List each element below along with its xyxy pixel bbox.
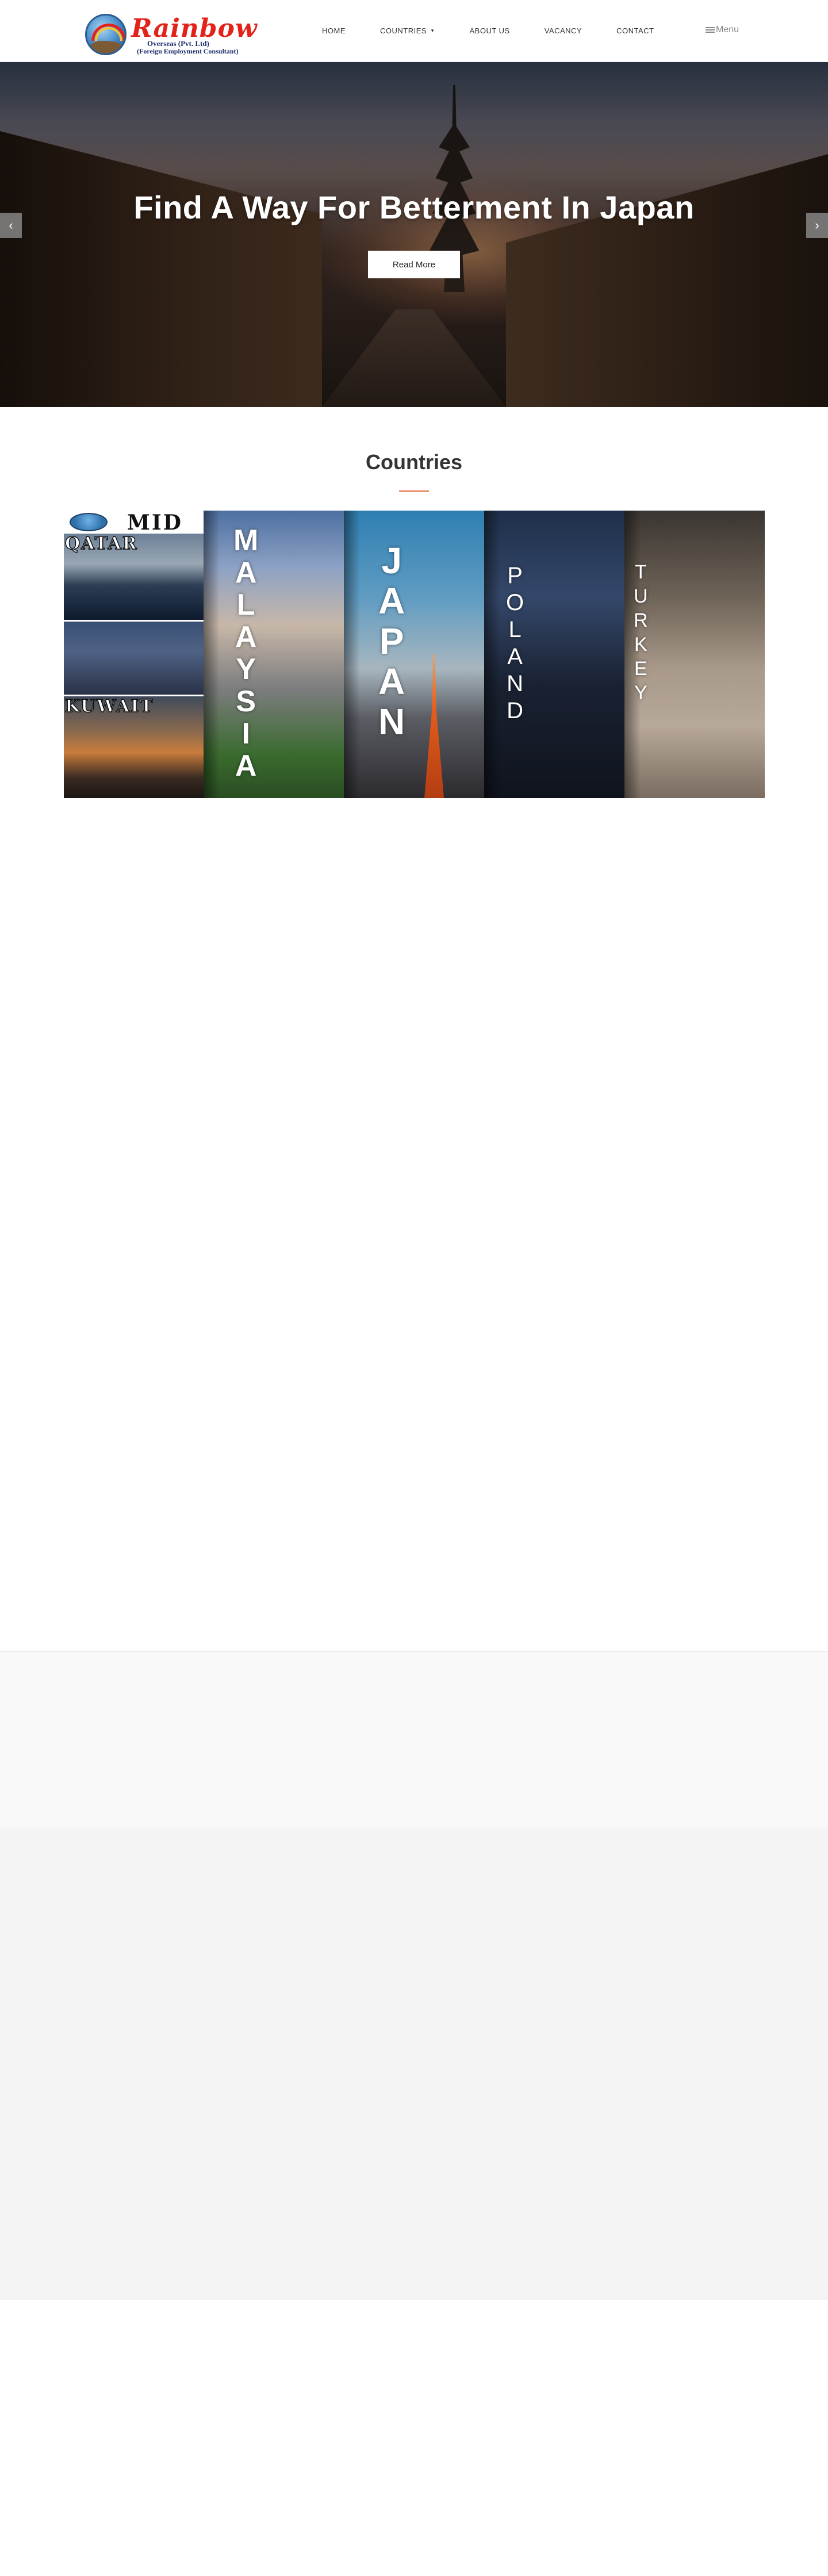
tile-poland[interactable]: P O L A N D: [484, 511, 624, 798]
main-nav: HOME COUNTRIES ▼ ABOUT US VACANCY CONTACT: [322, 26, 688, 35]
letter: I: [241, 717, 250, 750]
letter: Y: [634, 682, 647, 704]
letter: K: [634, 634, 647, 656]
tile-malaysia[interactable]: M A L A Y S I A: [204, 511, 344, 798]
hero-title: Find A Way For Betterment In Japan: [133, 189, 695, 225]
nav-contact[interactable]: CONTACT: [616, 26, 654, 35]
letter: L: [236, 588, 255, 622]
nav-vacancy-label: VACANCY: [544, 26, 582, 35]
title-underline: [399, 490, 429, 492]
letter: A: [378, 661, 405, 702]
letter: A: [378, 580, 405, 622]
lower-section-grey: [0, 1828, 828, 2300]
letter: A: [507, 644, 523, 669]
letter: M: [233, 524, 259, 557]
logo-tagline: (Foreign Employment Consultant): [137, 47, 239, 55]
nav-about-us[interactable]: ABOUT US: [469, 26, 509, 35]
letter: S: [236, 685, 256, 718]
tile-shadow: [484, 511, 500, 798]
nav-countries-label: COUNTRIES: [380, 26, 427, 35]
letter: R: [634, 610, 648, 631]
tile-turkey[interactable]: T U R K E Y: [624, 511, 765, 798]
slider-prev-arrow-icon[interactable]: ‹: [0, 213, 22, 238]
letter: N: [507, 671, 523, 696]
middle-east-text: MID: [127, 511, 183, 534]
nav-home[interactable]: HOME: [322, 26, 346, 35]
tile-shadow: [344, 511, 360, 798]
hero-slider: Find A Way For Betterment In Japan Read …: [0, 62, 828, 407]
middle-east-header: MID: [64, 511, 204, 534]
letter: U: [634, 585, 648, 607]
tokyo-tower: [424, 654, 444, 798]
hamburger-icon: [706, 26, 715, 34]
letter: N: [378, 701, 405, 742]
letter: P: [379, 620, 404, 662]
tile-middle-east[interactable]: MID QATAR KUWAIT: [64, 511, 204, 798]
city-image: [64, 620, 204, 695]
globe-icon: [85, 14, 126, 55]
poland-label: P O L A N D: [506, 562, 524, 724]
letter: O: [506, 590, 524, 615]
japan-label: J A P A N: [378, 540, 405, 742]
tile-japan[interactable]: J A P A N: [344, 511, 484, 798]
nav-contact-label: CONTACT: [616, 26, 654, 35]
letter: A: [235, 556, 257, 589]
nav-vacancy[interactable]: VACANCY: [545, 26, 582, 35]
letter: D: [507, 698, 523, 723]
letter: T: [634, 561, 647, 583]
qatar-label: QATAR: [64, 534, 138, 554]
page: Rainbow Overseas (Pvt. Ltd) (Foreign Emp…: [0, 0, 828, 2576]
rainbow-logo[interactable]: Rainbow Overseas (Pvt. Ltd) (Foreign Emp…: [85, 13, 257, 55]
kuwait-label: KUWAIT: [64, 696, 154, 717]
chevron-down-icon: ▼: [430, 28, 435, 33]
malaysia-label: M A L A Y S I A: [233, 524, 258, 782]
kuwait-image: KUWAIT: [64, 695, 204, 798]
menu-button[interactable]: Menu: [706, 25, 739, 35]
nav-home-label: HOME: [322, 26, 346, 35]
read-more-button[interactable]: Read More: [368, 251, 460, 278]
letter: L: [508, 617, 522, 642]
letter: A: [235, 749, 257, 783]
letter: Y: [236, 653, 256, 686]
countries-title: Countries: [365, 450, 462, 474]
lower-section-light: [0, 1651, 828, 1828]
letter: P: [507, 563, 523, 588]
letter: J: [381, 540, 402, 581]
globe-icon: [70, 513, 108, 531]
letter: E: [634, 658, 647, 680]
menu-label: Menu: [716, 25, 739, 34]
slider-next-arrow-icon[interactable]: ›: [806, 213, 828, 238]
letter: A: [235, 620, 257, 654]
countries-banner: MID QATAR KUWAIT M A L A Y S I A J A P A…: [64, 511, 765, 798]
tile-shadow: [204, 511, 220, 798]
turkey-label: T U R K E Y: [634, 560, 648, 705]
nav-countries[interactable]: COUNTRIES ▼: [380, 26, 435, 35]
qatar-image: QATAR: [64, 534, 204, 620]
hero-overlay: [0, 62, 828, 407]
nav-about-label: ABOUT US: [469, 26, 510, 35]
site-header: Rainbow Overseas (Pvt. Ltd) (Foreign Emp…: [0, 0, 828, 62]
